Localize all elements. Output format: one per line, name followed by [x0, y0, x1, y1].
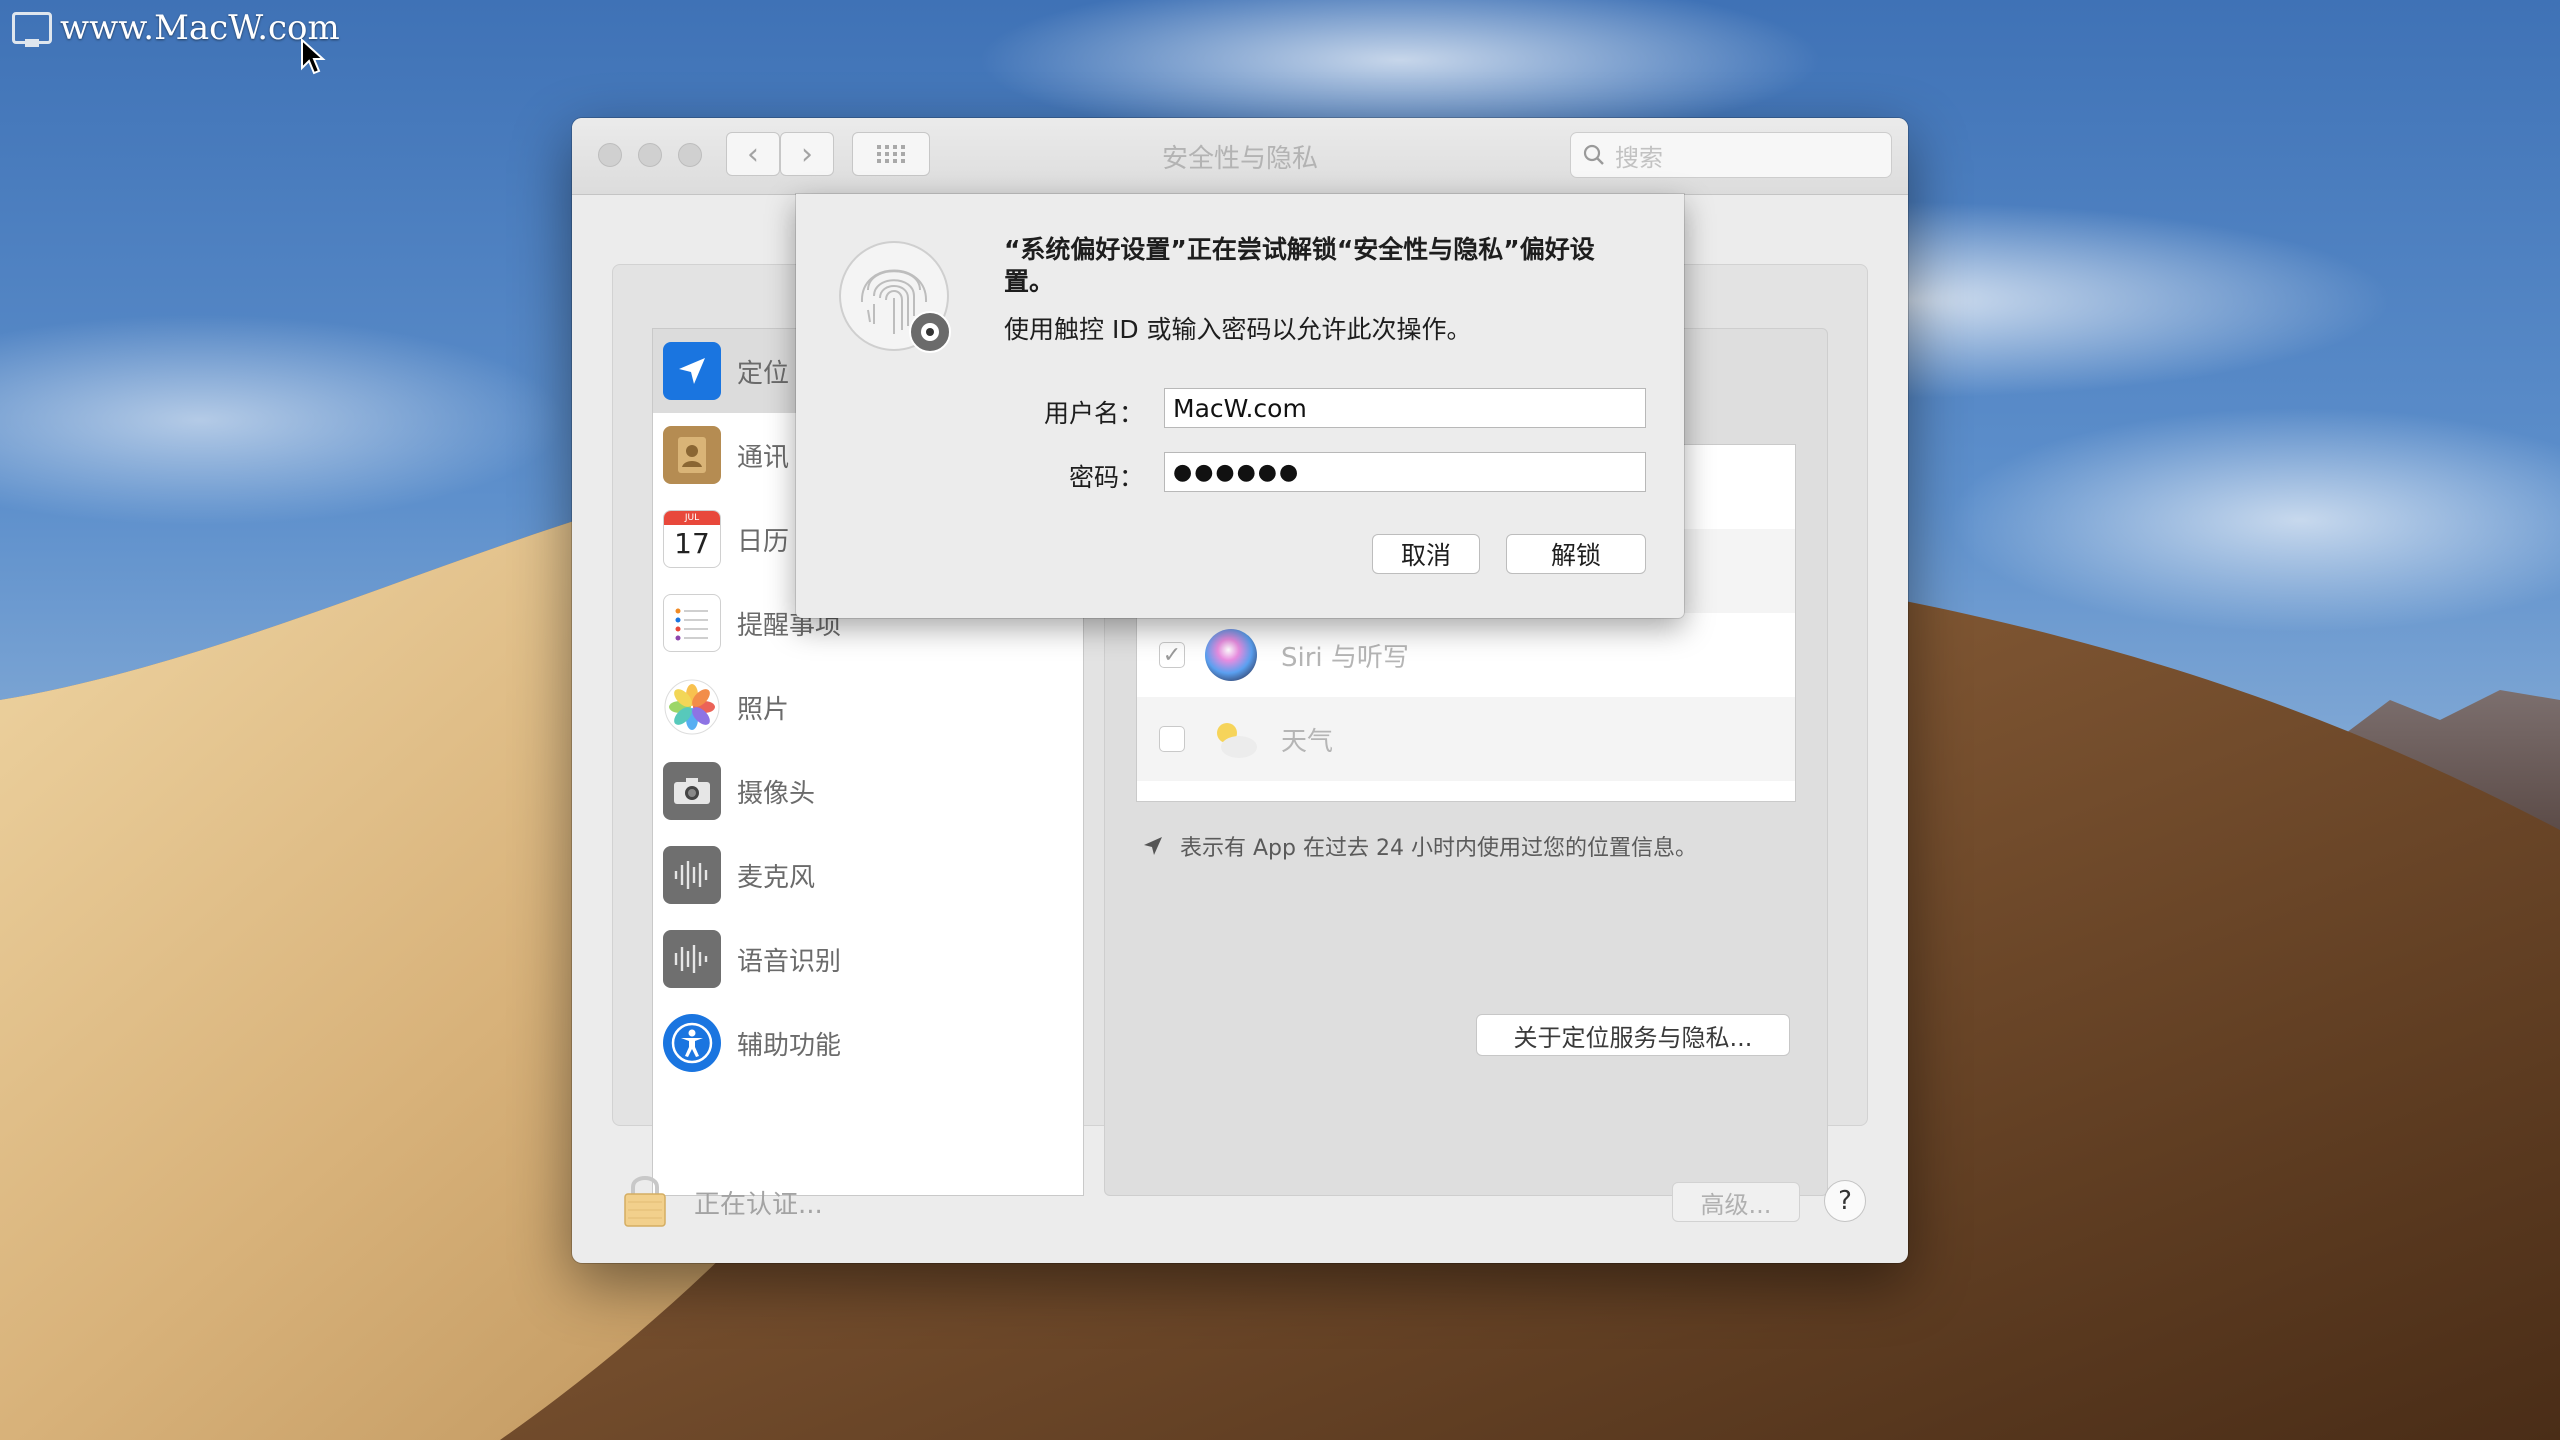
- location-usage-note: 表示有 App 在过去 24 小时内使用过您的位置信息。: [1142, 830, 1697, 862]
- username-field[interactable]: MacW.com: [1164, 388, 1646, 428]
- photos-icon: [663, 678, 721, 736]
- username-label: 用户名：: [1043, 399, 1144, 428]
- authentication-dialog: “系统偏好设置”正在尝试解锁“安全性与隐私”偏好设置。 使用触控 ID 或输入密…: [796, 194, 1684, 618]
- calendar-day: 17: [674, 527, 710, 560]
- sidebar-item-label: 定位: [737, 358, 790, 389]
- unlock-button[interactable]: 解锁: [1506, 534, 1646, 574]
- cancel-button[interactable]: 取消: [1372, 534, 1480, 574]
- advanced-button[interactable]: 高级...: [1672, 1182, 1800, 1222]
- password-field[interactable]: ●●●●●●: [1164, 452, 1646, 492]
- contacts-book-icon: [663, 426, 721, 484]
- title-bar: ‹ › 安全性与隐私 搜索: [572, 118, 1908, 195]
- search-input[interactable]: 搜索: [1570, 132, 1892, 178]
- watermark: www.MacW.com: [12, 6, 340, 50]
- location-arrow-icon: [663, 342, 721, 400]
- sidebar-item-label: 辅助功能: [737, 1030, 842, 1061]
- search-icon: [1583, 144, 1604, 165]
- search-placeholder: 搜索: [1615, 143, 1663, 172]
- password-label: 密码：: [1068, 463, 1144, 492]
- list-item-siri[interactable]: ✓ Siri 与听写: [1137, 613, 1795, 697]
- lock-status-text: 正在认证...: [694, 1190, 823, 1220]
- lock-icon[interactable]: [620, 1170, 670, 1230]
- touch-id-fingerprint-icon: [839, 241, 951, 353]
- siri-icon: [1205, 629, 1257, 681]
- help-button[interactable]: ?: [1824, 1180, 1866, 1222]
- sidebar-item-microphone[interactable]: 麦克风: [653, 833, 1083, 917]
- speech-recognition-icon: [663, 930, 721, 988]
- sidebar-item-label: 摄像头: [737, 778, 816, 809]
- sidebar-item-camera[interactable]: 摄像头: [653, 749, 1083, 833]
- sidebar-item-speech-recognition[interactable]: 语音识别: [653, 917, 1083, 1001]
- about-location-privacy-button[interactable]: 关于定位服务与隐私...: [1476, 1014, 1790, 1056]
- weather-icon: [1205, 713, 1257, 765]
- calendar-month: JUL: [664, 511, 720, 525]
- mouse-cursor-icon: [301, 38, 326, 75]
- sidebar-item-accessibility[interactable]: 辅助功能: [653, 1001, 1083, 1085]
- calendar-icon: JUL 17: [663, 510, 721, 568]
- dialog-title: “系统偏好设置”正在尝试解锁“安全性与隐私”偏好设置。: [1004, 235, 1595, 296]
- weather-checkbox[interactable]: [1159, 726, 1185, 752]
- list-item-weather[interactable]: 天气: [1137, 697, 1795, 781]
- sidebar-item-label: 麦克风: [737, 862, 816, 893]
- sidebar-item-label: 照片: [737, 694, 790, 725]
- monitor-icon: [12, 12, 52, 47]
- accessibility-icon: [663, 1014, 721, 1072]
- watermark-text: www.MacW.com: [60, 8, 340, 48]
- siri-checkbox[interactable]: ✓: [1159, 642, 1185, 668]
- app-name: Siri 与听写: [1281, 642, 1409, 673]
- dialog-message: 使用触控 ID 或输入密码以允许此次操作。: [1004, 315, 1472, 344]
- app-name: 天气: [1281, 726, 1334, 757]
- reminders-icon: [663, 594, 721, 652]
- camera-icon: [663, 762, 721, 820]
- sidebar-item-label: 语音识别: [737, 946, 842, 977]
- location-note-text: 表示有 App 在过去 24 小时内使用过您的位置信息。: [1180, 836, 1697, 861]
- sidebar-item-photos[interactable]: 照片: [653, 665, 1083, 749]
- microphone-icon: [663, 846, 721, 904]
- location-arrow-icon: [1144, 837, 1162, 855]
- sidebar-item-label: 通讯: [737, 442, 790, 473]
- sidebar-item-label: 日历: [737, 526, 790, 557]
